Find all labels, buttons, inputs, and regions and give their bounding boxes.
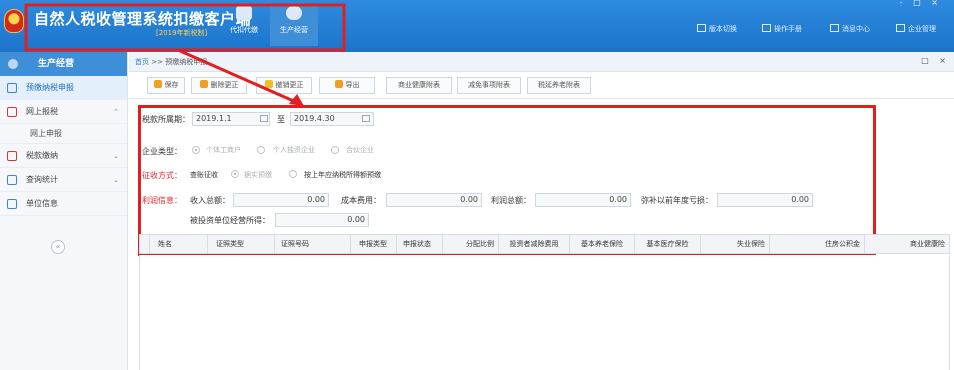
cost-input[interactable]: 0.00 xyxy=(386,193,482,207)
toolbar: 保存 删除更正 撤销更正 导出 商业健康附表 减免事项附表 税延养老附表 xyxy=(129,73,954,99)
chart-icon xyxy=(7,175,17,185)
export-icon xyxy=(334,80,343,88)
calendar-icon[interactable] xyxy=(260,115,268,122)
app-title: 自然人税收管理系统扣缴客户端 xyxy=(34,10,252,28)
loss-label: 弥补以前年度亏损： xyxy=(641,196,713,205)
payment-icon xyxy=(7,151,17,161)
chevron-down-icon: ⌄ xyxy=(113,176,119,184)
enterprise-type-sole-radio[interactable] xyxy=(257,146,265,154)
enterprise-manage-link[interactable]: 企业管理 xyxy=(896,24,936,34)
document-icon xyxy=(7,83,17,93)
levy-option: 按上年应纳税所得额预缴 xyxy=(304,171,381,179)
mode-production-button[interactable]: 生产经营 xyxy=(270,6,318,46)
sidebar: 生产经营 预缴纳税申报 网上报税 ⌃ 网上申报 税款缴纳 ⌄ 查询统计 ⌄ 单位… xyxy=(0,52,128,370)
declaration-table-body xyxy=(139,255,950,370)
profit-total-label: 利润总额： xyxy=(491,196,531,205)
table-corner xyxy=(140,235,150,253)
sidebar-item-prepay-declaration[interactable]: 预缴纳税申报 xyxy=(0,76,127,100)
undo-icon xyxy=(264,80,273,88)
list-icon xyxy=(7,199,17,209)
cost-label: 成本费用： xyxy=(341,196,381,205)
profit-info-label: 利润信息： xyxy=(142,196,182,205)
column-header[interactable]: 商业健康险 xyxy=(865,235,949,253)
profit-total-input[interactable]: 0.00 xyxy=(535,193,631,207)
column-header[interactable]: 证照类型 xyxy=(208,235,275,253)
column-header[interactable]: 分配比例 xyxy=(443,235,499,253)
mail-icon xyxy=(830,24,839,32)
period-start-input[interactable]: 2019.1.1 xyxy=(192,112,270,126)
relief-schedule-button[interactable]: 减免事项附表 xyxy=(457,77,521,94)
breadcrumb-current: 预缴纳税申报 xyxy=(165,58,208,66)
column-header[interactable]: 申报类型 xyxy=(351,235,397,253)
income-input[interactable]: 0.00 xyxy=(233,193,329,207)
levy-lastyear-radio[interactable] xyxy=(289,170,297,178)
sidebar-item-unit-info[interactable]: 单位信息 xyxy=(0,192,127,216)
breadcrumb-home[interactable]: 首页 xyxy=(135,58,149,66)
chevron-up-icon: ⌃ xyxy=(113,108,119,116)
app-version: [2019年新税制] xyxy=(156,29,208,37)
enterprise-type-option: 个人独资企业 xyxy=(273,146,315,154)
breadcrumb-bar: 首页 >> 预缴纳税申报 □ × xyxy=(129,52,954,72)
enterprise-type-option: 合伙企业 xyxy=(346,146,374,154)
sidebar-item-tax-payment[interactable]: 税款缴纳 ⌄ xyxy=(0,144,127,168)
save-button[interactable]: 保存 xyxy=(147,77,185,94)
coins-icon xyxy=(286,6,302,20)
message-center-link[interactable]: 消息中心 xyxy=(830,24,870,34)
column-header[interactable]: 投资者减除费用 xyxy=(499,235,570,253)
column-header[interactable]: 住房公积金 xyxy=(770,235,865,253)
pension-schedule-button[interactable]: 税延养老附表 xyxy=(527,77,591,94)
version-switch-link[interactable]: 版本切换 xyxy=(697,24,737,34)
window-controls[interactable]: - □ × xyxy=(900,0,942,7)
collapse-sidebar-button[interactable]: « xyxy=(51,240,65,254)
declaration-table-header: 姓名 证照类型 证照号码 申报类型 申报状态 分配比例 投资者减除费用 基本养老… xyxy=(139,234,950,254)
levy-option: 据实预缴 xyxy=(244,171,272,179)
enterprise-type-option: 个体工商户 xyxy=(206,146,241,154)
levy-value: 查账征收 xyxy=(190,171,218,179)
period-label: 税款所属期： xyxy=(142,115,190,124)
health-schedule-button[interactable]: 商业健康附表 xyxy=(386,77,452,94)
building-icon xyxy=(896,24,905,32)
column-header[interactable]: 基本养老保险 xyxy=(570,235,635,253)
manual-link[interactable]: 操作手册 xyxy=(762,24,802,34)
sidebar-header: 生产经营 xyxy=(0,52,127,76)
mode-withholding-button[interactable]: 代扣代缴 xyxy=(220,6,268,46)
wallet-icon xyxy=(236,6,252,20)
production-icon xyxy=(8,59,18,69)
column-header[interactable]: 姓名 xyxy=(150,235,208,253)
column-header[interactable]: 申报状态 xyxy=(397,235,443,253)
paper-plane-icon xyxy=(7,107,17,117)
column-header[interactable]: 证照号码 xyxy=(275,235,351,253)
column-header[interactable]: 基本医疗保险 xyxy=(635,235,701,253)
national-emblem-icon xyxy=(4,9,24,33)
sidebar-item-online-declare[interactable]: 网上申报 xyxy=(0,124,127,144)
levy-label: 征收方式： xyxy=(142,171,182,180)
column-header[interactable]: 失业保险 xyxy=(701,235,770,253)
sidebar-item-query-stats[interactable]: 查询统计 ⌄ xyxy=(0,168,127,192)
loss-input[interactable]: 0.00 xyxy=(717,193,813,207)
revoke-correct-button[interactable]: 撤销更正 xyxy=(256,77,312,94)
switch-icon xyxy=(697,24,706,32)
sidebar-item-online-tax[interactable]: 网上报税 ⌃ xyxy=(0,100,127,124)
breadcrumb: 首页 >> 预缴纳税申报 xyxy=(135,57,207,67)
invested-income-label: 被投资单位经营所得： xyxy=(190,216,270,225)
enterprise-type-label: 企业类型： xyxy=(142,147,182,156)
enterprise-type-individual-radio[interactable] xyxy=(192,146,200,154)
top-banner: 自然人税收管理系统扣缴客户端 [2019年新税制] 代扣代缴 生产经营 版本切换… xyxy=(0,0,954,52)
enterprise-type-partnership-radio[interactable] xyxy=(331,146,339,154)
plus-icon xyxy=(153,80,162,88)
edit-icon xyxy=(199,80,208,88)
panel-controls[interactable]: □ × xyxy=(921,56,950,65)
chevron-down-icon: ⌄ xyxy=(113,152,119,160)
levy-actual-radio[interactable] xyxy=(231,170,239,178)
income-label: 收入总额： xyxy=(190,196,230,205)
calendar-icon[interactable] xyxy=(362,115,370,122)
book-icon xyxy=(762,24,771,32)
period-to-label: 至 xyxy=(277,115,285,124)
export-button[interactable]: 导出 xyxy=(319,77,375,94)
delete-correct-button[interactable]: 删除更正 xyxy=(191,77,247,94)
invested-income-input[interactable]: 0.00 xyxy=(275,213,369,227)
breadcrumb-separator: >> xyxy=(151,58,163,66)
